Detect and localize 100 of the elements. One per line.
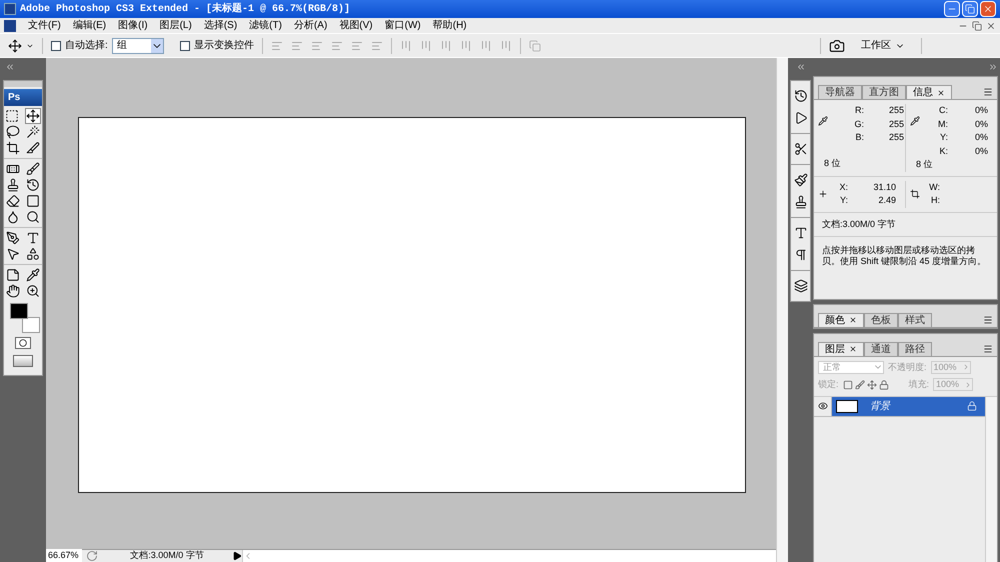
vertical-scrollbar[interactable] (776, 58, 788, 562)
panel-tab[interactable]: 样式 (898, 312, 932, 326)
shape-icon[interactable] (26, 247, 40, 261)
lasso-icon (6, 125, 20, 139)
coordinate-value: 2.49 (877, 194, 896, 207)
screen-mode-icon[interactable] (13, 355, 33, 367)
expand-icon (988, 62, 998, 72)
menu-item[interactable]: 窗口(W) (384, 18, 421, 33)
eraser-icon (6, 194, 20, 208)
menu-item[interactable]: 视图(V) (339, 18, 373, 33)
eyedropper-icon[interactable] (26, 268, 40, 282)
fill-label: 填充: (908, 378, 930, 391)
layers-scrollbar[interactable] (985, 396, 997, 562)
transform-checkbox[interactable] (180, 40, 190, 50)
minimize-button[interactable] (944, 1, 960, 17)
channel-value: 0% (974, 104, 988, 117)
select-field[interactable]: 组 (112, 38, 164, 54)
drop-icon (6, 210, 20, 224)
lock-icons-drawing (842, 380, 889, 390)
brush-icon (794, 173, 808, 187)
panel-menu-icon (983, 314, 993, 324)
brush-icon[interactable] (26, 162, 40, 176)
panel-tab[interactable]: 导航器 (818, 85, 862, 99)
type-icon[interactable] (26, 231, 40, 245)
pen-icon (6, 231, 20, 245)
foreground-color-swatch[interactable] (10, 303, 28, 319)
channel-label: K: (938, 144, 948, 158)
layer-comps-icon (794, 279, 808, 293)
channel-label: B: (854, 131, 864, 144)
restore-button[interactable] (962, 1, 978, 17)
app-icon (4, 20, 16, 32)
panel-tab[interactable]: 颜色 (818, 312, 864, 326)
menu-item[interactable]: 图像(I) (118, 18, 148, 33)
auto-select-checkbox[interactable] (51, 40, 61, 50)
knife-icon[interactable] (26, 141, 40, 155)
marquee-icon (5, 109, 19, 123)
zoom-icon[interactable] (26, 284, 40, 298)
document-size-text: 文档:3.00M/0 字节 (129, 549, 205, 562)
menu-item[interactable]: 帮助(H) (432, 18, 467, 33)
coordinate-value: 31.10 (872, 180, 896, 194)
close-icon (986, 20, 996, 30)
channel-value: 255 (888, 104, 904, 117)
visibility-toggle[interactable] (814, 396, 832, 416)
wand-icon[interactable] (26, 125, 40, 139)
hand-icon (6, 284, 20, 298)
menu-item[interactable]: 图层(L) (160, 18, 192, 33)
tool-hint-text: 点按并拖移以移动图层或移动选区的拷贝。使用 Shift 键限制沿 45 度增量方向。 (822, 244, 988, 266)
collapse-icon (5, 62, 15, 72)
menu-item[interactable]: 分析(A) (294, 18, 328, 33)
channel-value: 255 (888, 118, 904, 130)
restore-icon (965, 4, 975, 14)
layer-row[interactable]: 背景 (814, 396, 985, 416)
checkbox-label: 自动选择: (65, 38, 108, 53)
channel-value: 255 (888, 131, 904, 144)
checkbox-label: 显示变换控件 (194, 38, 254, 53)
document-size-text: 文档:3.00M/0 字节 (822, 218, 896, 228)
app-icon (4, 3, 16, 15)
channel-value: 0% (974, 131, 988, 144)
panel-tab[interactable]: 色板 (864, 312, 898, 326)
menu-item[interactable]: 滤镜(T) (249, 18, 282, 33)
character-icon (794, 226, 808, 240)
paragraph-icon (794, 248, 808, 262)
panel-tab[interactable]: 直方图 (862, 85, 906, 99)
eyedropper-icon (818, 116, 828, 126)
channel-label: R: (854, 104, 864, 117)
coordinate-label: Y: (838, 194, 848, 207)
close-icon (849, 316, 857, 324)
clone-icon (794, 195, 808, 209)
crosshair-icon (818, 189, 828, 199)
menu-item[interactable]: 选择(S) (204, 18, 238, 33)
move-tool-icon (8, 38, 22, 52)
close-icon (983, 4, 993, 14)
opacity-label: 不透明度: (888, 360, 927, 374)
channel-value: 0% (974, 144, 988, 158)
channel-label: Y: (938, 131, 948, 144)
close-icon (937, 88, 945, 96)
crop-icon (6, 141, 20, 155)
panel-tab[interactable]: 信息 (906, 85, 952, 99)
move-icon[interactable] (25, 108, 41, 124)
quick-mask-icon[interactable] (15, 337, 31, 349)
panel-menu-icon (983, 344, 993, 354)
background-color-swatch[interactable] (22, 317, 40, 333)
play-icon (794, 111, 808, 125)
panel-tab[interactable]: 图层 (818, 342, 864, 356)
horizontal-scrollbar[interactable] (242, 550, 776, 562)
layer-thumbnail (836, 400, 858, 412)
window-title: Adobe Photoshop CS3 Extended - [未标题-1 @ 66.7%(RGB/8)] (20, 2, 350, 16)
panel-tab[interactable]: 通道 (864, 342, 898, 356)
collapse-icon (796, 62, 806, 72)
menu-item[interactable]: 编辑(E) (72, 18, 106, 33)
panel-tab[interactable]: 路径 (898, 342, 932, 356)
workspace-button[interactable]: 工作区 (853, 38, 913, 53)
zoom-field[interactable]: 66.67% (46, 549, 82, 562)
status-icon (86, 550, 98, 562)
layer-name: 背景 (870, 400, 892, 414)
channel-label: C: (938, 104, 948, 117)
menu-item[interactable]: 文件(F) (28, 18, 61, 33)
close-button[interactable] (980, 1, 996, 17)
channel-value: 0% (974, 118, 988, 130)
size-label: H: (930, 194, 940, 207)
